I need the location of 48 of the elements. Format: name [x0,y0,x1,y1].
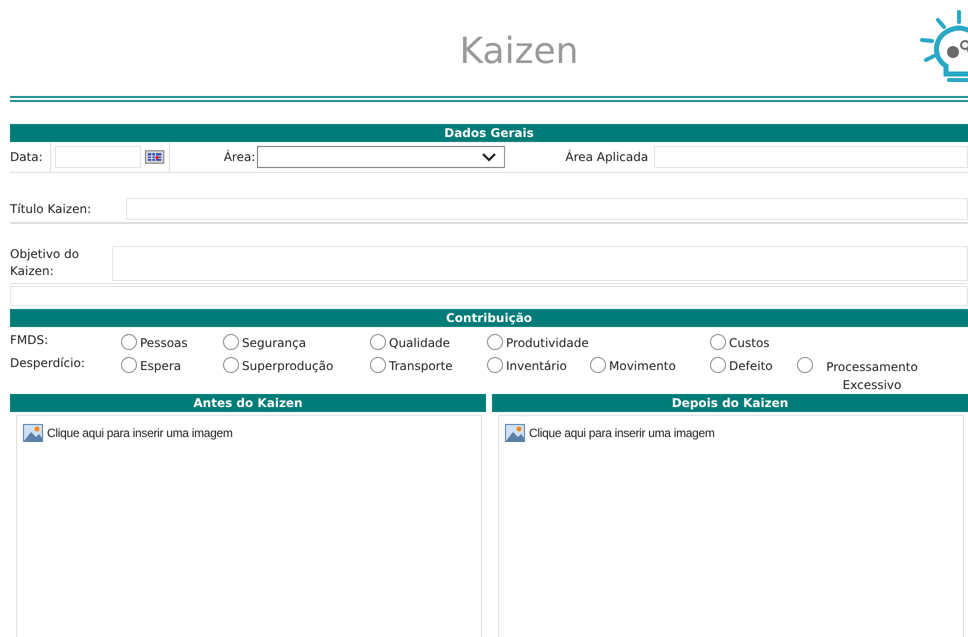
group-label: Desperdício: [10,356,86,370]
option-label[interactable]: Movimento [609,356,676,373]
option-label[interactable]: Espera [140,356,182,373]
field-label: Título Kaizen: [10,202,92,216]
option-label[interactable]: Qualidade [389,333,450,350]
radio-button[interactable] [121,334,137,350]
option-label[interactable]: Processamento Excessivo [816,356,928,394]
radio-button[interactable] [487,357,503,373]
radio-button[interactable] [121,357,137,373]
field-label: Data: [10,150,43,164]
area-dropdown[interactable] [257,146,506,168]
option-label[interactable]: Transporte [389,356,453,373]
radio-button[interactable] [710,357,726,373]
section-header: Contribuição [10,309,968,327]
image-icon[interactable] [505,424,525,442]
calendar-icon[interactable] [145,150,165,164]
insert-image-link[interactable]: Clique aqui para inserir uma imagem [47,426,233,440]
field-label: Objetivo do Kaizen: [10,246,80,280]
field-label: Área: [224,150,256,164]
radio-button[interactable] [710,334,726,350]
option-label[interactable]: Superprodução [242,356,334,373]
date-field[interactable] [54,146,142,168]
option-label[interactable]: Segurança [242,333,306,350]
panel-header: Depois do Kaizen [492,394,968,412]
image-icon[interactable] [23,424,43,442]
section-header: Dados Gerais [10,124,968,142]
panel-header: Antes do Kaizen [10,394,486,412]
option-label[interactable]: Inventário [506,356,567,373]
radio-button[interactable] [370,334,386,350]
radio-button[interactable] [487,334,503,350]
radio-button[interactable] [797,357,813,373]
radio-button[interactable] [223,334,239,350]
group-label: FMDS: [10,333,50,347]
field-label: Área Aplicada [565,150,648,164]
objective-field[interactable] [112,246,968,281]
option-label[interactable]: Produtividade [506,333,589,350]
option-label[interactable]: Custos [729,333,770,350]
page-title: Kaizen [460,30,578,72]
text-field[interactable] [654,146,968,168]
option-label[interactable]: Pessoas [140,333,188,350]
chevron-down-icon [482,152,496,162]
option-label[interactable]: Defeito [729,356,773,373]
title-field[interactable] [126,198,968,220]
text-field[interactable] [10,286,968,306]
radio-button[interactable] [223,357,239,373]
insert-image-link[interactable]: Clique aqui para inserir uma imagem [529,426,715,440]
radio-button[interactable] [370,357,386,373]
radio-button[interactable] [590,357,606,373]
